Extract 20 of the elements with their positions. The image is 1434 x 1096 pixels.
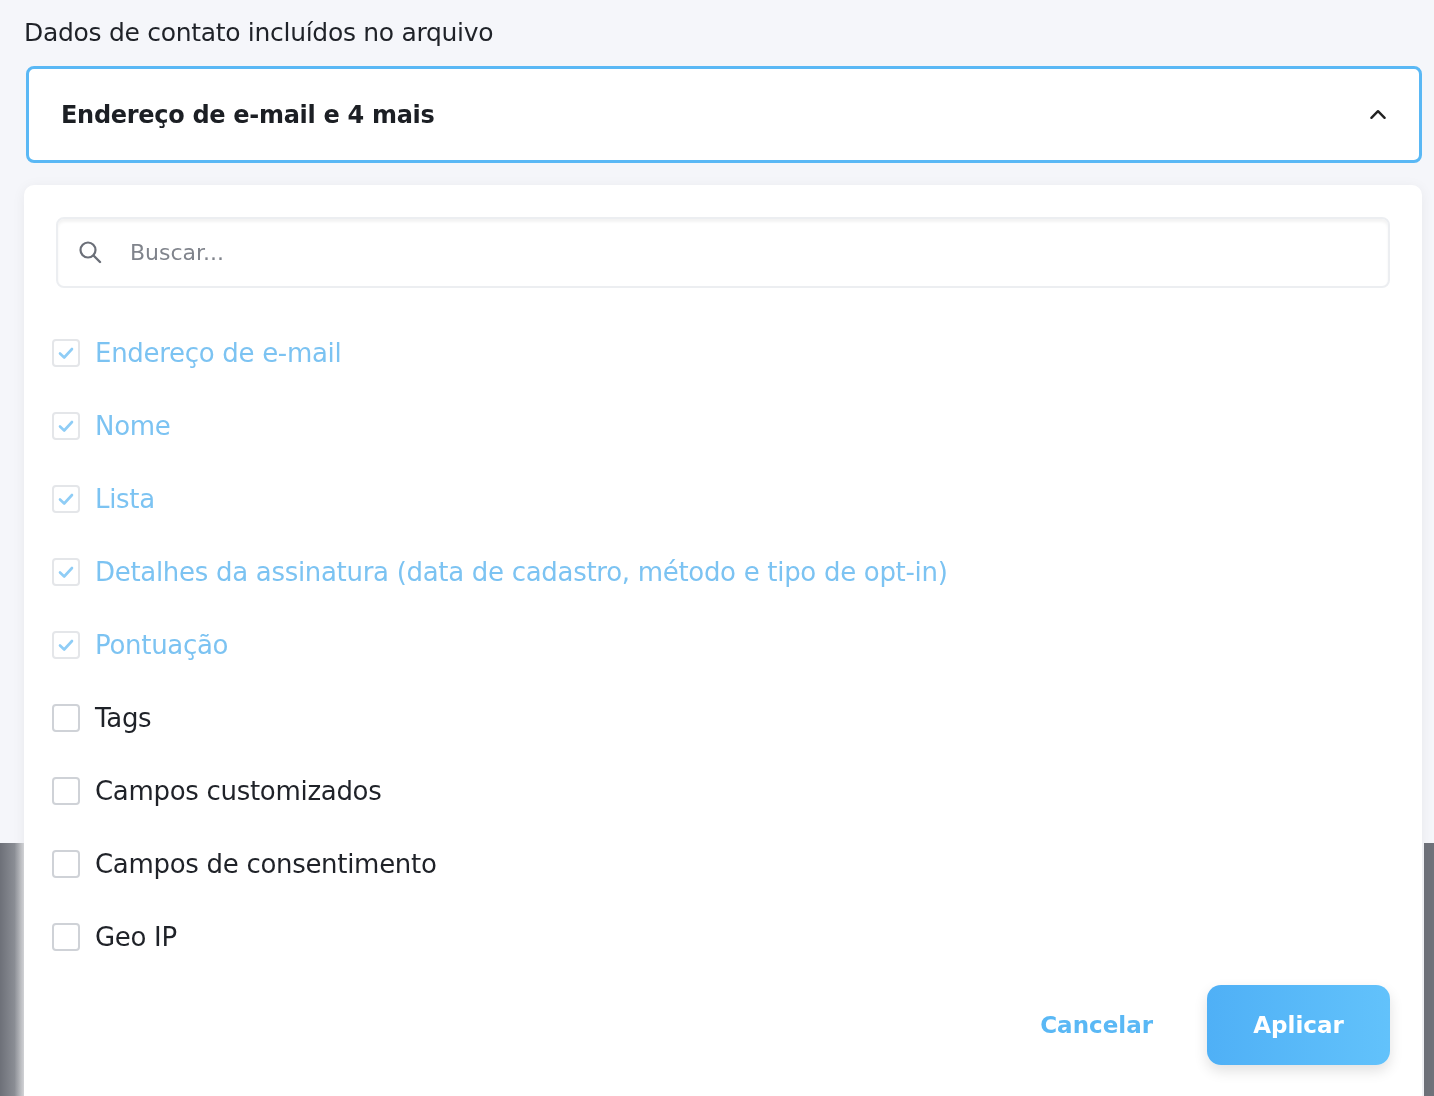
option-label: Nome bbox=[95, 410, 171, 441]
option-label: Pontuação bbox=[95, 629, 229, 660]
option-label: Campos customizados bbox=[95, 775, 382, 806]
dropdown-select[interactable]: Endereço de e-mail e 4 mais bbox=[26, 66, 1422, 163]
chevron-up-icon bbox=[1369, 109, 1387, 120]
field-label: Dados de contato incluídos no arquivo bbox=[24, 18, 495, 49]
checkbox[interactable] bbox=[52, 849, 80, 878]
option-label: Tags bbox=[95, 702, 152, 733]
option-label: Geo IP bbox=[95, 921, 177, 952]
search-icon bbox=[78, 240, 102, 264]
search-field[interactable]: Buscar... bbox=[56, 217, 1390, 288]
option-label: Campos de consentimento bbox=[95, 848, 437, 879]
checkbox[interactable] bbox=[52, 922, 80, 951]
option-label: Lista bbox=[95, 483, 155, 514]
checkbox[interactable] bbox=[52, 776, 80, 805]
checkbox[interactable] bbox=[52, 703, 80, 732]
option-label: Endereço de e-mail bbox=[95, 337, 342, 368]
cancel-button[interactable]: Cancelar bbox=[1036, 1002, 1157, 1048]
option-label: Detalhes da assinatura (data de cadastro, método e tipo de opt-in) bbox=[95, 556, 948, 587]
apply-button[interactable]: Aplicar bbox=[1207, 985, 1390, 1065]
